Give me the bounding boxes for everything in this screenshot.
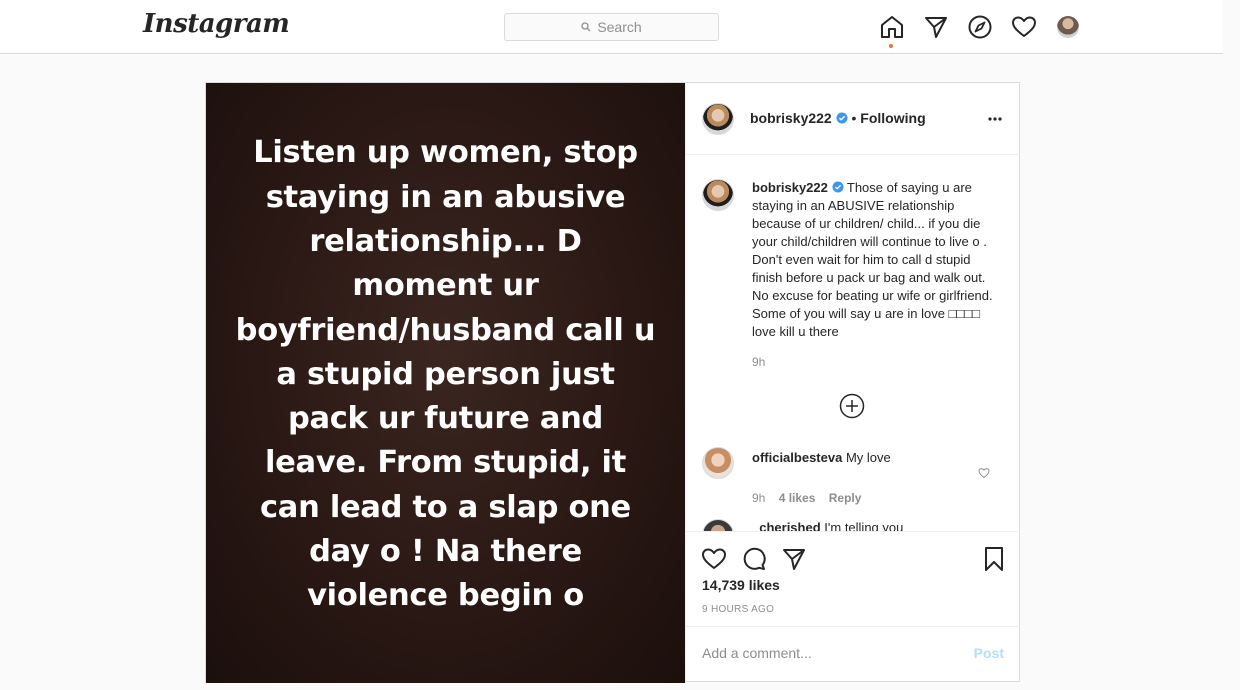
profile-avatar[interactable] <box>1057 16 1079 38</box>
verified-badge-icon <box>832 181 843 193</box>
post-timestamp: 9 HOURS AGO <box>702 604 775 615</box>
author-line: bobrisky222 • Following <box>750 110 926 126</box>
comment-like-heart-icon[interactable] <box>978 467 990 479</box>
comment-username[interactable]: officialbesteva <box>752 450 842 465</box>
explore-icon[interactable] <box>967 14 993 40</box>
add-comment-input[interactable] <box>702 645 952 661</box>
activity-heart-icon[interactable] <box>1011 14 1037 40</box>
instagram-logo[interactable]: Instagram <box>143 9 290 39</box>
comment-reply-button[interactable]: Reply <box>829 491 862 505</box>
following-button[interactable]: Following <box>860 110 925 126</box>
caption-avatar[interactable] <box>702 179 734 211</box>
verified-badge-icon <box>836 112 848 124</box>
author-username[interactable]: bobrisky222 <box>750 110 832 126</box>
comment-text: I'm telling you <box>824 520 904 531</box>
comment-meta: 9h 4 likes Reply <box>752 491 861 505</box>
like-heart-icon[interactable] <box>701 546 727 572</box>
post-actions: 14,739 likes 9 HOURS AGO <box>686 531 1020 626</box>
comment-item: _cherished I'm telling you <box>752 519 992 531</box>
notification-dot <box>889 44 893 48</box>
search-placeholder: Search <box>597 19 642 35</box>
comment-username[interactable]: _cherished <box>752 520 821 531</box>
more-options-icon[interactable] <box>987 113 1003 125</box>
caption-username[interactable]: bobrisky222 <box>752 180 828 195</box>
caption: bobrisky222 Those of saying u are stayin… <box>752 179 1000 371</box>
post-image-text: Listen up women, stop staying in an abus… <box>235 135 656 614</box>
search-icon <box>581 22 591 32</box>
comment-avatar[interactable] <box>702 519 734 531</box>
comment-item: officialbesteva My love <box>752 449 992 467</box>
header-separator: • <box>851 110 857 126</box>
likes-count[interactable]: 14,739 likes <box>702 577 780 593</box>
author-avatar[interactable] <box>702 103 734 135</box>
post-card: Listen up women, stop staying in an abus… <box>205 82 1020 683</box>
search-input[interactable]: Search <box>504 13 719 41</box>
post-comment-button[interactable]: Post <box>974 645 1004 661</box>
top-nav: Instagram Search <box>0 0 1223 54</box>
comment-avatar[interactable] <box>702 447 734 479</box>
save-bookmark-icon[interactable] <box>981 546 1007 572</box>
comment-bubble-icon[interactable] <box>741 546 767 572</box>
comments-area[interactable]: bobrisky222 Those of saying u are stayin… <box>686 155 1020 531</box>
comment-text: My love <box>845 450 891 465</box>
add-comment-section: Post <box>686 626 1020 681</box>
comment-likes[interactable]: 4 likes <box>779 491 816 505</box>
post-sidebar: bobrisky222 • Following bobrisky222 Thos… <box>685 83 1020 681</box>
home-icon[interactable] <box>879 14 905 40</box>
caption-time: 9h <box>752 355 766 369</box>
direct-message-icon[interactable] <box>923 14 949 40</box>
share-icon[interactable] <box>781 546 807 572</box>
post-image[interactable]: Listen up women, stop staying in an abus… <box>206 83 685 683</box>
caption-text: Those of saying u are staying in an ABUS… <box>752 180 993 339</box>
load-more-comments-icon[interactable] <box>839 393 865 419</box>
post-header: bobrisky222 • Following <box>686 83 1020 155</box>
comment-time: 9h <box>752 491 766 505</box>
